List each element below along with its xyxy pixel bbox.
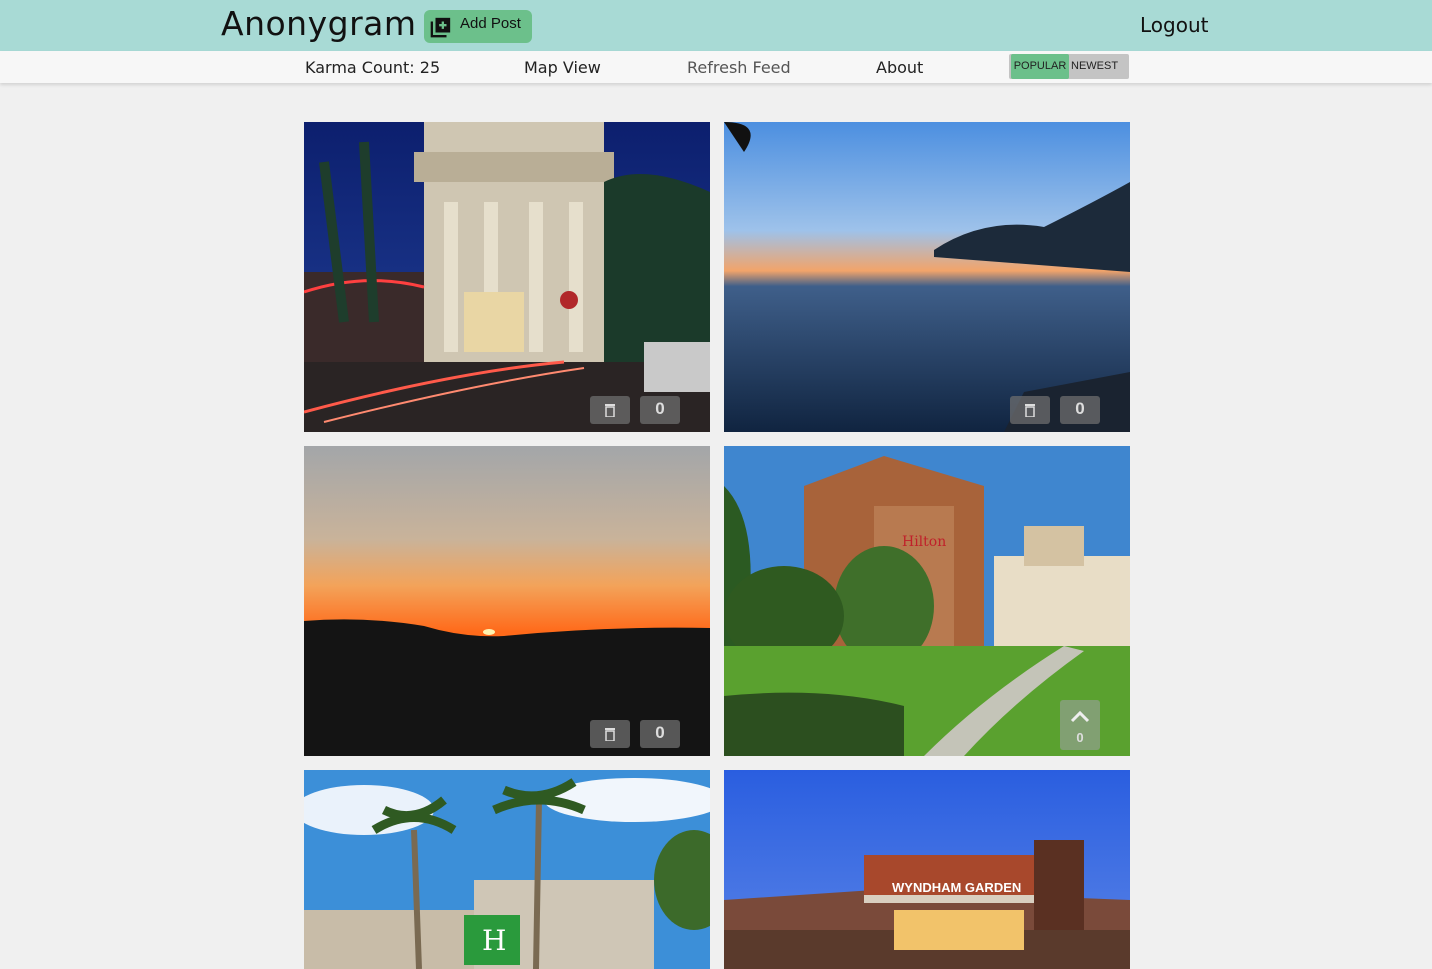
post-card[interactable]: 0 [724,122,1130,432]
hotel-logo-mark: H [482,924,506,957]
add-post-icon [430,17,451,37]
trash-icon [605,404,615,417]
sort-newest-option[interactable]: NEWEST [1071,54,1118,79]
post-card[interactable]: Hilton 0 [724,446,1130,756]
vote-count[interactable]: 0 [640,396,680,424]
hotel-sign: WYNDHAM GARDEN [892,880,1021,895]
app-logo[interactable]: Anonygram [221,4,417,43]
top-header: Anonygram Add Post Logout [0,0,1432,51]
post-image [304,122,710,432]
vote-count: 0 [1076,730,1084,745]
delete-post-button[interactable] [590,396,630,424]
refresh-feed-link[interactable]: Refresh Feed [687,58,791,77]
add-post-label: Add Post [460,15,521,32]
upvote-button[interactable]: 0 [1060,700,1100,750]
trash-icon [1025,404,1035,417]
karma-count: Karma Count: 25 [305,58,441,77]
trash-icon [605,728,615,741]
post-image [724,122,1130,432]
logout-link[interactable]: Logout [1140,13,1208,37]
hotel-sign: Hilton [902,534,946,550]
nav-bar: Karma Count: 25 Map View Refresh Feed Ab… [0,51,1432,83]
add-post-button[interactable]: Add Post [424,10,532,43]
post-card[interactable]: 0 [304,122,710,432]
post-image [304,446,710,756]
post-card[interactable]: 0 [304,446,710,756]
vote-count[interactable]: 0 [640,720,680,748]
delete-post-button[interactable] [1010,396,1050,424]
chevron-up-icon [1070,710,1090,723]
post-card[interactable]: H [304,770,710,969]
post-image: WYNDHAM GARDEN [724,770,1130,969]
vote-count[interactable]: 0 [1060,396,1100,424]
post-card[interactable]: WYNDHAM GARDEN [724,770,1130,969]
delete-post-button[interactable] [590,720,630,748]
sort-toggle: POPULAR NEWEST [1009,54,1129,79]
sort-popular-option[interactable]: POPULAR [1011,54,1069,79]
about-link[interactable]: About [876,58,923,77]
post-image: H [304,770,710,969]
map-view-link[interactable]: Map View [524,58,601,77]
